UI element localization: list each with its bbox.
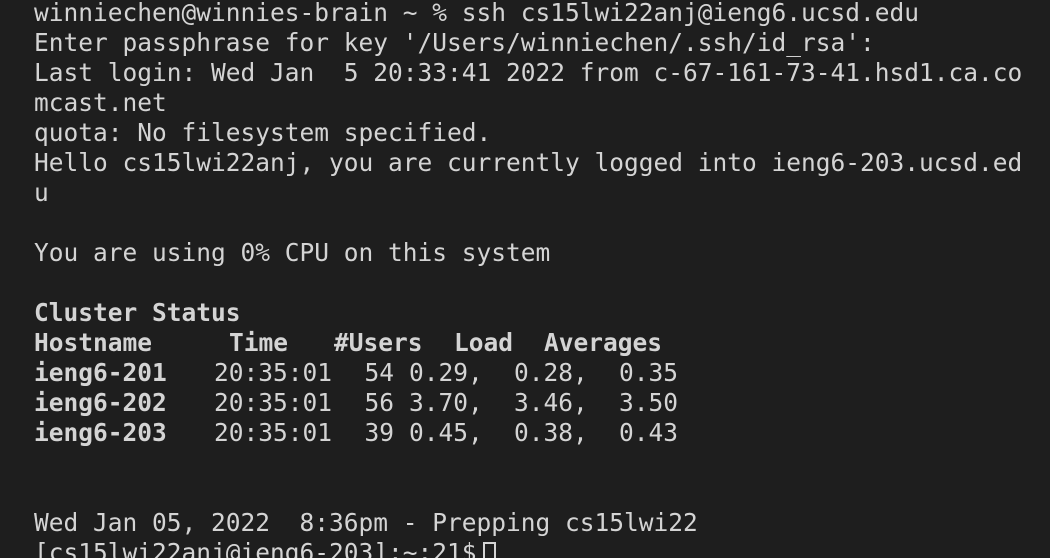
quota-line: quota: No filesystem specified. bbox=[34, 118, 492, 147]
row-load-2: 3.46, bbox=[514, 388, 588, 417]
row-users: 56 bbox=[364, 388, 394, 417]
row-time: 20:35:01 bbox=[214, 358, 333, 387]
row-load-3: 0.35 bbox=[619, 358, 679, 387]
row-users: 54 bbox=[364, 358, 394, 387]
cluster-row: ieng6-201 20:35:01 54 0.29, 0.28, 0.35 bbox=[34, 358, 1050, 388]
cpu-usage-line: You are using 0% CPU on this system bbox=[34, 238, 551, 267]
row-time: 20:35:01 bbox=[214, 418, 333, 447]
header-load: Load bbox=[454, 328, 514, 357]
cluster-row: ieng6-202 20:35:01 56 3.70, 3.46, 3.50 bbox=[34, 388, 1050, 418]
cluster-status-title: Cluster Status bbox=[34, 298, 241, 327]
row-host: ieng6-203 bbox=[34, 418, 167, 447]
row-load-2: 0.28, bbox=[514, 358, 588, 387]
motd-date-line: Wed Jan 05, 2022 8:36pm - Prepping cs15l… bbox=[34, 508, 698, 537]
last-login-line: Last login: Wed Jan 5 20:33:41 2022 from… bbox=[34, 58, 1023, 87]
terminal-window[interactable]: winniechen@winnies-brain ~ % ssh cs15lwi… bbox=[0, 0, 1050, 558]
shell-prompt-line[interactable]: [cs15lwi22anj@ieng6-203]:~:21$ bbox=[34, 538, 1050, 558]
header-hostname: Hostname bbox=[34, 328, 153, 357]
shell-prompt: [cs15lwi22anj@ieng6-203]:~:21$ bbox=[34, 538, 477, 558]
row-host: ieng6-202 bbox=[34, 388, 167, 417]
header-time: Time bbox=[229, 328, 289, 357]
row-load-1: 0.45, bbox=[409, 418, 483, 447]
row-users: 39 bbox=[364, 418, 394, 447]
cluster-row: ieng6-203 20:35:01 39 0.45, 0.38, 0.43 bbox=[34, 418, 1050, 448]
text-cursor bbox=[482, 542, 496, 558]
row-load-1: 0.29, bbox=[409, 358, 483, 387]
row-load-3: 0.43 bbox=[619, 418, 679, 447]
row-time: 20:35:01 bbox=[214, 388, 333, 417]
last-login-line-wrap: mcast.net bbox=[34, 88, 167, 117]
row-load-1: 3.70, bbox=[409, 388, 483, 417]
hello-line: Hello cs15lwi22anj, you are currently lo… bbox=[34, 148, 1023, 177]
header-users: #Users bbox=[334, 328, 423, 357]
hello-line-wrap: u bbox=[34, 178, 49, 207]
row-load-3: 3.50 bbox=[619, 388, 679, 417]
cluster-header-row: Hostname Time #Users Load Averages bbox=[34, 328, 1050, 358]
header-averages: Averages bbox=[544, 328, 663, 357]
row-host: ieng6-201 bbox=[34, 358, 167, 387]
terminal-output: winniechen@winnies-brain ~ % ssh cs15lwi… bbox=[34, 0, 1050, 558]
passphrase-prompt: Enter passphrase for key '/Users/winniec… bbox=[34, 28, 875, 57]
row-load-2: 0.38, bbox=[514, 418, 588, 447]
ssh-command-line: winniechen@winnies-brain ~ % ssh cs15lwi… bbox=[34, 0, 920, 27]
